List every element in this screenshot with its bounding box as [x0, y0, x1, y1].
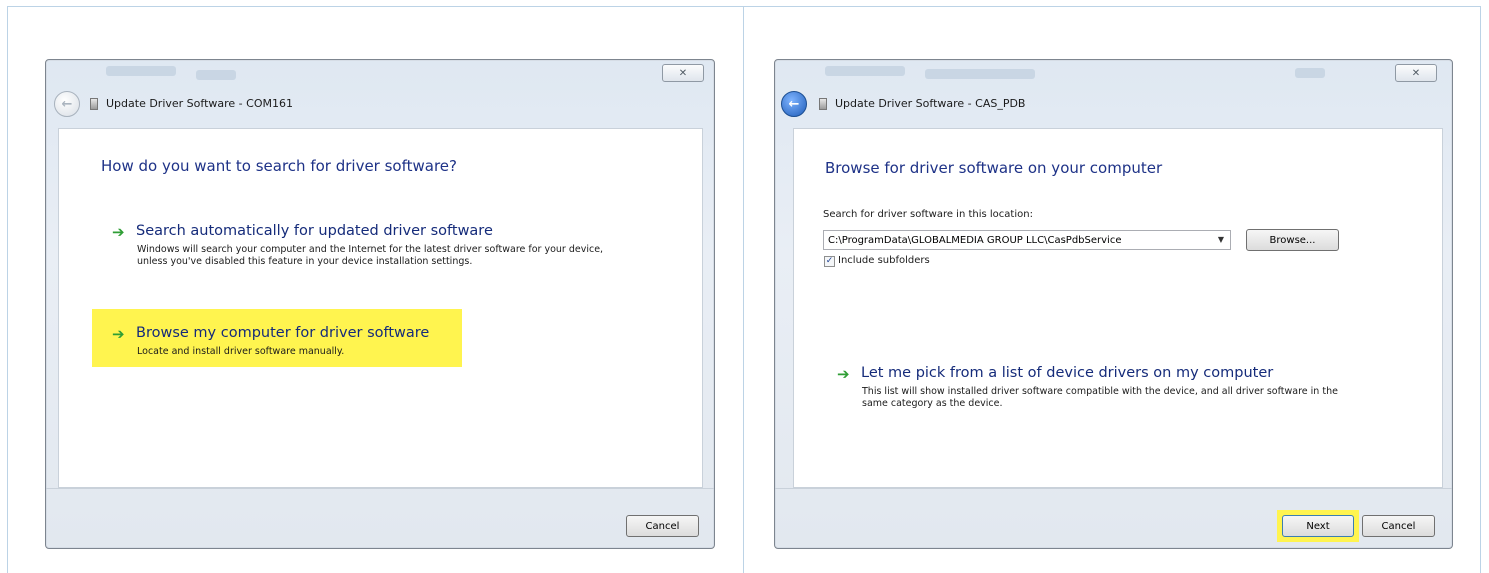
- blurred-background: [925, 69, 1035, 79]
- option-description: Locate and install driver software manua…: [137, 346, 345, 357]
- page-heading: Browse for driver software on your compu…: [825, 159, 1163, 177]
- device-icon: [819, 98, 827, 110]
- dialog-title: Update Driver Software - COM161: [106, 97, 293, 110]
- right-panel: ✕ ← Update Driver Software - CAS_PDB Bro…: [743, 6, 1481, 573]
- path-value: C:\ProgramData\GLOBALMEDIA GROUP LLC\Cas…: [828, 234, 1122, 246]
- blurred-background: [106, 66, 176, 76]
- dropdown-arrow-icon[interactable]: ▼: [1218, 235, 1224, 244]
- green-arrow-icon: ➔: [837, 365, 850, 383]
- dialog-content: How do you want to search for driver sof…: [58, 128, 703, 488]
- left-panel: ✕ ← Update Driver Software - COM161 How …: [7, 6, 744, 573]
- blurred-background: [825, 66, 905, 76]
- cancel-button[interactable]: Cancel: [1362, 515, 1435, 537]
- cancel-button[interactable]: Cancel: [626, 515, 699, 537]
- checkmark-icon: ✓: [825, 256, 834, 266]
- close-icon: ✕: [1411, 67, 1421, 79]
- include-subfolders-checkbox[interactable]: ✓: [824, 256, 835, 267]
- search-location-label: Search for driver software in this locat…: [823, 209, 1033, 220]
- browse-button[interactable]: Browse...: [1246, 229, 1339, 251]
- close-button[interactable]: ✕: [662, 64, 704, 82]
- option-title: Browse my computer for driver software: [136, 325, 430, 341]
- close-button[interactable]: ✕: [1395, 64, 1437, 82]
- footer-divider: [775, 488, 1452, 489]
- include-subfolders-label: Include subfolders: [838, 255, 930, 266]
- close-icon: ✕: [678, 67, 688, 79]
- back-arrow-icon: ←: [61, 96, 73, 112]
- device-icon: [90, 98, 98, 110]
- back-button[interactable]: ←: [54, 91, 80, 117]
- blurred-background: [1295, 68, 1325, 78]
- footer-divider: [46, 488, 714, 489]
- option-description: Windows will search your computer and th…: [137, 244, 604, 267]
- green-arrow-icon: ➔: [112, 223, 125, 241]
- option-title: Let me pick from a list of device driver…: [861, 365, 1274, 381]
- path-combobox[interactable]: C:\ProgramData\GLOBALMEDIA GROUP LLC\Cas…: [823, 230, 1231, 250]
- option-title: Search automatically for updated driver …: [136, 223, 493, 239]
- update-driver-dialog-cas-pdb: ✕ ← Update Driver Software - CAS_PDB Bro…: [774, 59, 1453, 549]
- blurred-background: [196, 70, 236, 80]
- dialog-title: Update Driver Software - CAS_PDB: [835, 97, 1026, 110]
- dialog-content: Browse for driver software on your compu…: [793, 128, 1443, 488]
- update-driver-dialog-com161: ✕ ← Update Driver Software - COM161 How …: [45, 59, 715, 549]
- back-button[interactable]: ←: [781, 91, 807, 117]
- option-description: This list will show installed driver sof…: [862, 386, 1338, 409]
- next-button[interactable]: Next: [1282, 515, 1354, 537]
- green-arrow-icon: ➔: [112, 325, 125, 343]
- page-heading: How do you want to search for driver sof…: [101, 157, 457, 175]
- back-arrow-icon: ←: [788, 96, 800, 112]
